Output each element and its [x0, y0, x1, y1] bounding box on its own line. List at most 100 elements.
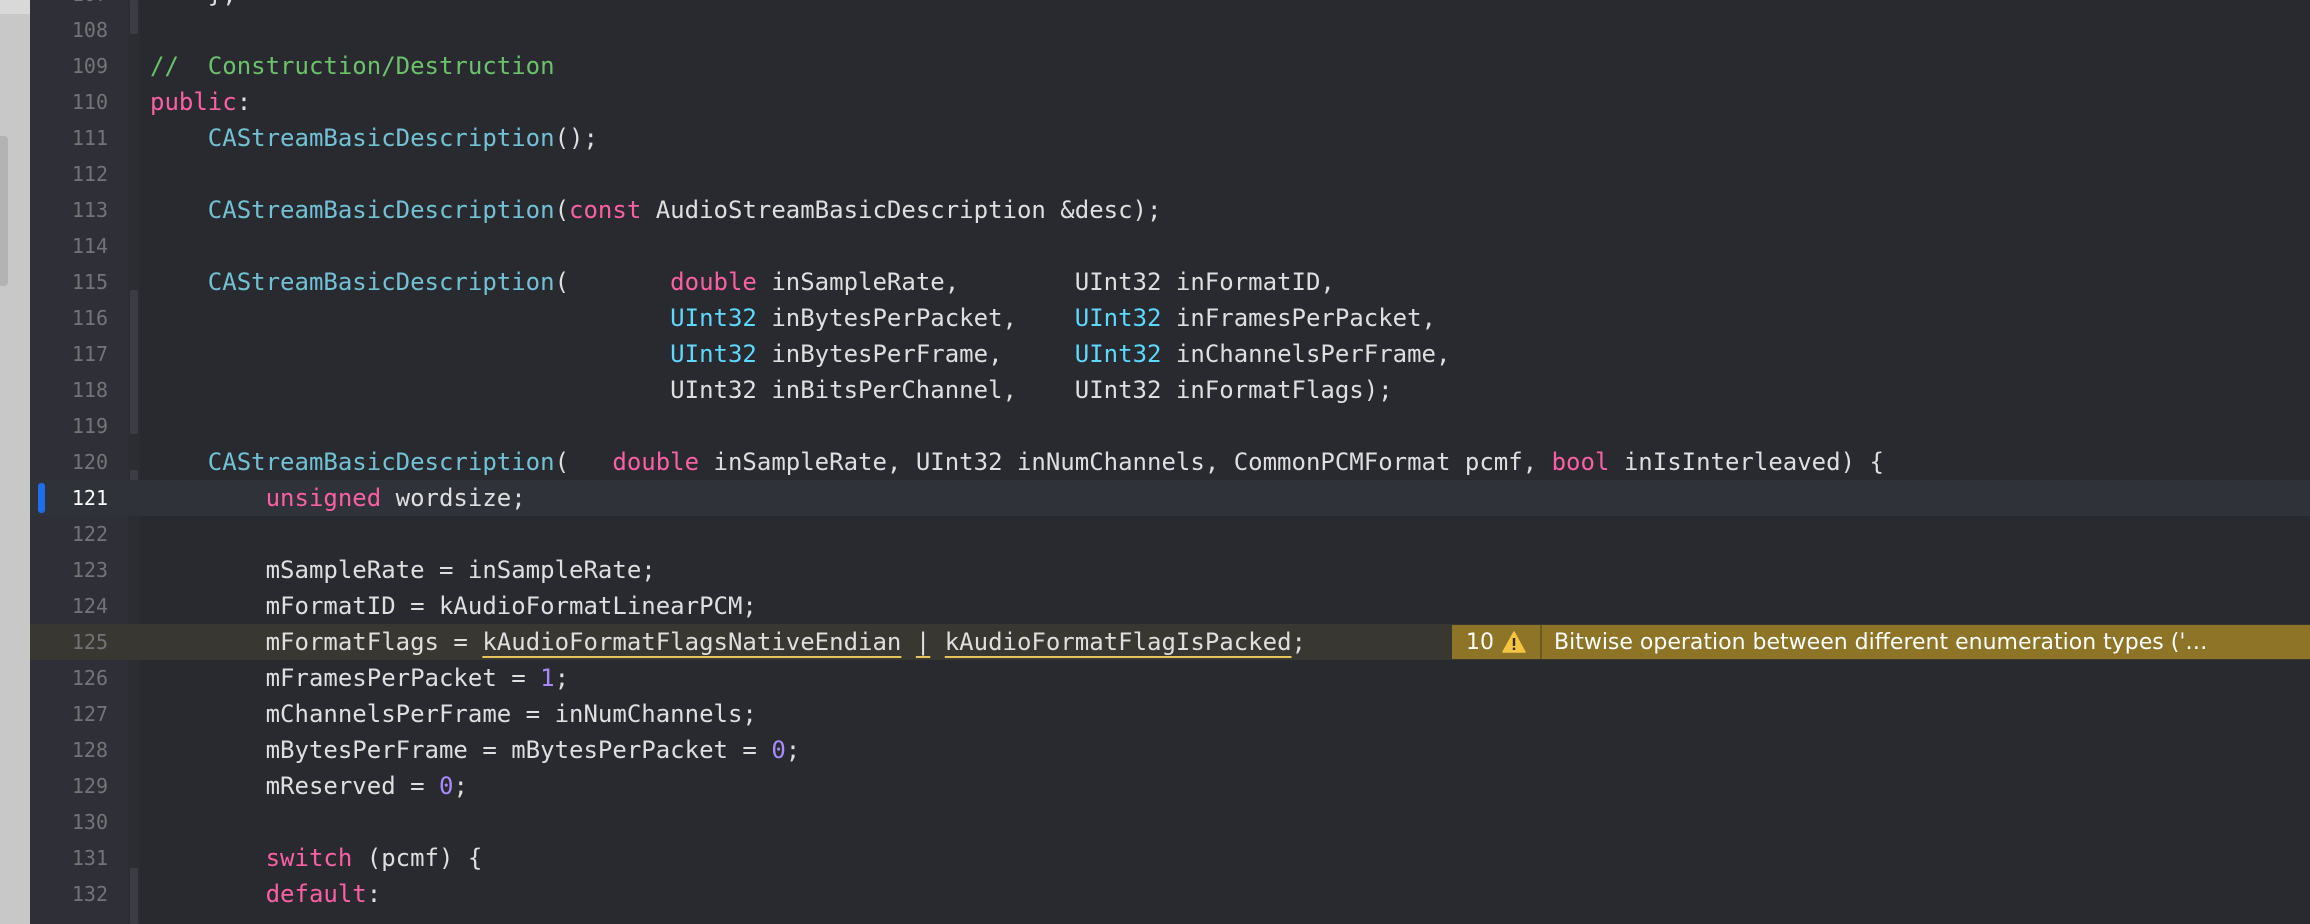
code-line[interactable]: 111 CAStreamBasicDescription(); [30, 120, 2310, 156]
code-text[interactable]: public: [150, 84, 251, 120]
left-sidebar [0, 14, 30, 924]
code-token: CAStreamBasicDescription [207, 268, 555, 296]
line-number[interactable]: 132 [30, 876, 108, 912]
code-text[interactable]: mReserved = 0; [150, 768, 468, 804]
code-token: bool [1551, 448, 1610, 476]
line-number[interactable]: 119 [30, 408, 108, 444]
code-text[interactable]: UInt32 inBytesPerPacket, UInt32 inFrames… [150, 300, 1436, 336]
code-line[interactable]: 113 CAStreamBasicDescription(const Audio… [30, 192, 2310, 228]
code-line[interactable]: 114 [30, 228, 2310, 264]
code-token: const [569, 196, 642, 224]
code-line[interactable]: 130 [30, 804, 2310, 840]
line-number[interactable]: 131 [30, 840, 108, 876]
code-line[interactable]: 127 mChannelsPerFrame = inNumChannels; [30, 696, 2310, 732]
code-line[interactable]: 131 switch (pcmf) { [30, 840, 2310, 876]
code-text[interactable]: UInt32 inBytesPerFrame, UInt32 inChannel… [150, 336, 1450, 372]
code-line[interactable]: 118 UInt32 inBitsPerChannel, UInt32 inFo… [30, 372, 2310, 408]
line-number[interactable]: 123 [30, 552, 108, 588]
code-token: inSampleRate, UInt32 inFormatID, [756, 268, 1335, 296]
line-number[interactable]: 127 [30, 696, 108, 732]
code-line[interactable]: 129 mReserved = 0; [30, 768, 2310, 804]
code-token: UInt32 [1074, 304, 1162, 332]
code-token: (); [554, 124, 598, 152]
warning-banner[interactable]: 10 Bitwise operation between different e… [1452, 625, 2310, 659]
code-text[interactable]: CAStreamBasicDescription(const AudioStre… [150, 192, 1162, 228]
code-line[interactable]: 117 UInt32 inBytesPerFrame, UInt32 inCha… [30, 336, 2310, 372]
line-number[interactable]: 126 [30, 660, 108, 696]
line-number[interactable]: 114 [30, 228, 108, 264]
code-text[interactable]: mFramesPerPacket = 1; [150, 660, 569, 696]
line-number[interactable]: 116 [30, 300, 108, 336]
line-number[interactable]: 120 [30, 444, 108, 480]
code-text[interactable]: CAStreamBasicDescription( double inSampl… [150, 264, 1335, 300]
code-text[interactable]: UInt32 inBitsPerChannel, UInt32 inFormat… [150, 372, 1392, 408]
code-line[interactable]: 112 [30, 156, 2310, 192]
code-line[interactable]: 132 default: [30, 876, 2310, 912]
code-line[interactable]: 109 // Construction/Destruction [30, 48, 2310, 84]
line-number[interactable]: 107 [30, 0, 108, 12]
line-number[interactable]: 125 [30, 624, 108, 660]
line-number[interactable]: 113 [30, 192, 108, 228]
line-number[interactable]: 112 [30, 156, 108, 192]
code-line[interactable]: 123 mSampleRate = inSampleRate; [30, 552, 2310, 588]
line-number[interactable]: 124 [30, 588, 108, 624]
code-line[interactable]: 128 mBytesPerFrame = mBytesPerPacket = 0… [30, 732, 2310, 768]
code-text[interactable]: mChannelsPerFrame = inNumChannels; [150, 696, 757, 732]
code-token: ( [554, 268, 671, 296]
code-text[interactable]: CAStreamBasicDescription(); [150, 120, 598, 156]
line-number[interactable]: 110 [30, 84, 108, 120]
code-text[interactable]: CAStreamBasicDescription( double inSampl… [150, 444, 1884, 480]
code-text[interactable]: unsigned wordsize; [150, 480, 526, 516]
code-text[interactable]: }; [150, 0, 237, 12]
line-number[interactable]: 118 [30, 372, 108, 408]
code-token: unsigned [265, 484, 382, 512]
code-token: inBytesPerFrame, [756, 340, 1075, 368]
code-line[interactable]: 121 unsigned wordsize; [30, 480, 2310, 516]
line-number[interactable]: 129 [30, 768, 108, 804]
sidebar-scroll-thumb[interactable] [0, 136, 8, 286]
code-line[interactable]: 110 public: [30, 84, 2310, 120]
code-token: inBytesPerPacket, [756, 304, 1075, 332]
code-text[interactable]: mFormatID = kAudioFormatLinearPCM; [150, 588, 757, 624]
line-number[interactable]: 108 [30, 12, 108, 48]
code-line[interactable]: 124 mFormatID = kAudioFormatLinearPCM; [30, 588, 2310, 624]
code-line[interactable]: 115 CAStreamBasicDescription( double inS… [30, 264, 2310, 300]
code-text[interactable]: default: [150, 876, 382, 912]
line-number[interactable]: 111 [30, 120, 108, 156]
code-text[interactable]: mSampleRate = inSampleRate; [150, 552, 656, 588]
code-token: mReserved = [150, 772, 439, 800]
code-token: default [265, 880, 367, 908]
code-line[interactable]: 119 [30, 408, 2310, 444]
code-line[interactable]: 107 }; [30, 0, 2310, 12]
code-line[interactable]: 122 [30, 516, 2310, 552]
code-text[interactable]: // Construction/Destruction [150, 48, 555, 84]
warning-count: 10 [1466, 629, 1494, 655]
code-line[interactable]: 126 mFramesPerPacket = 1; [30, 660, 2310, 696]
line-number[interactable]: 115 [30, 264, 108, 300]
code-token: kAudioFormatFlagsNativeEndian [482, 628, 902, 656]
code-token: inSampleRate, UInt32 inNumChannels, Comm… [699, 448, 1552, 476]
code-line[interactable]: 108 [30, 12, 2310, 48]
line-number[interactable]: 130 [30, 804, 108, 840]
code-text[interactable]: mFormatFlags = kAudioFormatFlagsNativeEn… [150, 624, 1306, 660]
code-token: mBytesPerFrame = mBytesPerPacket = [150, 736, 772, 764]
code-text[interactable]: switch (pcmf) { [150, 840, 483, 876]
code-line[interactable]: 125 mFormatFlags = kAudioFormatFlagsNati… [30, 624, 2310, 660]
code-token: wordsize; [381, 484, 526, 512]
line-number[interactable]: 122 [30, 516, 108, 552]
code-token: mFormatID = kAudioFormatLinearPCM; [150, 592, 757, 620]
code-text[interactable]: mBytesPerFrame = mBytesPerPacket = 0; [150, 732, 801, 768]
code-editor[interactable]: 107 };108109// Construction/Destruction1… [30, 0, 2310, 924]
line-number[interactable]: 117 [30, 336, 108, 372]
line-number[interactable]: 109 [30, 48, 108, 84]
code-token: ; [1291, 628, 1306, 656]
line-number[interactable]: 128 [30, 732, 108, 768]
warning-count-box[interactable]: 10 [1452, 625, 1542, 659]
code-line[interactable]: 116 UInt32 inBytesPerPacket, UInt32 inFr… [30, 300, 2310, 336]
code-line[interactable]: 120 CAStreamBasicDescription( double inS… [30, 444, 2310, 480]
